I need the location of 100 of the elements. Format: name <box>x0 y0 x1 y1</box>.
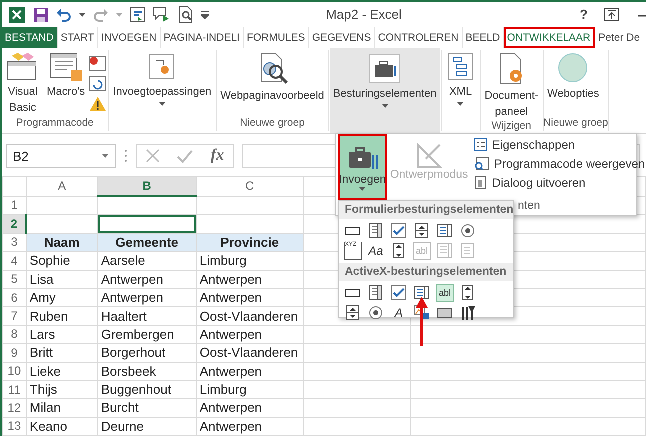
speech-bubble-icon[interactable] <box>153 6 171 22</box>
ribbon-button[interactable]: Besturingselementen <box>330 48 440 133</box>
file-tab[interactable]: BESTAND <box>2 27 58 48</box>
row-header[interactable]: 4 <box>2 252 26 270</box>
table-cell: Deurne <box>98 417 196 436</box>
table-cell: Oost-Vlaanderen <box>196 306 304 326</box>
row-header[interactable]: 8 <box>2 325 26 344</box>
row-header[interactable]: 5 <box>2 270 26 288</box>
list-box-icon-slot[interactable] <box>413 284 431 302</box>
name-box[interactable]: B2 <box>6 144 116 168</box>
caret-icon <box>359 187 366 191</box>
toolbox-icon[interactable] <box>369 54 402 84</box>
row-header[interactable]: 13 <box>2 417 26 436</box>
table-cell: Aarsele <box>98 252 196 270</box>
scroll-bar-icon <box>460 285 476 301</box>
option-button-icon-slot[interactable] <box>367 304 385 322</box>
row-header[interactable]: 12 <box>2 398 26 418</box>
spin-button-icon-slot[interactable] <box>344 304 362 322</box>
ribbon-tab[interactable]: PAGINA-INDELI <box>160 27 244 48</box>
label-control-icon[interactable]: A <box>390 304 408 322</box>
table-cell: Lisa <box>26 270 98 288</box>
undo-icon[interactable] <box>56 8 72 22</box>
menu-item[interactable]: Eigenschappen <box>472 137 646 153</box>
list-box-icon-slot[interactable] <box>436 222 454 240</box>
caret-icon <box>382 104 389 108</box>
macro-list-icon[interactable] <box>49 52 84 82</box>
ribbon-tab[interactable]: ONTWIKKELAAR <box>504 27 595 48</box>
spin-button-icon-slot[interactable] <box>413 222 431 240</box>
user-name[interactable]: Peter De <box>594 27 640 48</box>
caret-icon <box>158 102 166 106</box>
tools-icon-slot[interactable] <box>459 304 477 322</box>
table-cell: Antwerpen <box>196 288 304 307</box>
row-header[interactable]: 3 <box>2 233 26 252</box>
row-header[interactable]: 6 <box>2 288 26 307</box>
scroll-bar-icon <box>391 243 407 259</box>
ribbon-tab[interactable]: INVOEGEN <box>98 27 161 48</box>
table-cell: Antwerpen <box>196 417 304 436</box>
row-header[interactable]: 10 <box>2 362 26 380</box>
menu-item[interactable]: Programmacode weergeven <box>472 156 646 172</box>
group-label: Nieuwe groep <box>240 117 305 129</box>
group-label: Programmacode <box>16 117 94 129</box>
check-icon[interactable] <box>177 149 194 163</box>
row-header[interactable]: 7 <box>2 306 26 326</box>
spin-button-icon <box>414 223 430 239</box>
checkbox-icon-slot[interactable] <box>390 222 408 240</box>
add-in-icon[interactable] <box>147 52 178 82</box>
checkbox-icon-slot[interactable] <box>390 284 408 302</box>
customize-caret-icon[interactable] <box>201 10 209 18</box>
column-header[interactable]: B <box>98 176 196 196</box>
form-icon[interactable] <box>130 6 146 22</box>
column-header[interactable]: A <box>26 176 98 196</box>
row-header[interactable]: 2 <box>2 214 26 234</box>
ribbon-button[interactable]: XML <box>442 48 479 117</box>
row-header[interactable]: 11 <box>2 380 26 399</box>
insert-button[interactable]: Invoegen <box>339 135 386 199</box>
restore-icon[interactable] <box>604 8 620 22</box>
checkbox-icon <box>391 285 407 301</box>
ribbon-button[interactable]: Invoegtoepassingen <box>110 48 215 117</box>
table-cell: Borsbeek <box>98 362 196 380</box>
ribbon-button[interactable]: Webopties <box>544 48 602 117</box>
record-icon[interactable] <box>89 56 108 72</box>
insert-function-button[interactable]: fx <box>210 147 224 165</box>
caret-icon <box>102 154 109 158</box>
ribbon-tab[interactable]: START <box>58 27 98 48</box>
table-cell: Antwerpen <box>98 270 196 288</box>
warning-icon[interactable] <box>89 96 108 112</box>
help-button[interactable]: ? <box>580 7 588 22</box>
print-preview-icon[interactable] <box>178 6 194 24</box>
text-field-icon[interactable]: abl <box>436 284 454 302</box>
list-box-icon <box>414 285 430 301</box>
combo-box-icon <box>368 285 384 301</box>
group-label: Nieuwe groep <box>544 117 608 129</box>
ribbon-tab[interactable]: FORMULES <box>244 27 310 48</box>
window-title: Map2 - Excel <box>325 7 402 22</box>
xml-source-icon[interactable] <box>446 52 476 82</box>
table-cell: Buggenhout <box>98 380 196 399</box>
table-cell: Burcht <box>98 398 196 418</box>
table-cell: Limburg <box>196 380 304 399</box>
ribbon-tab[interactable]: BEELD <box>462 27 504 48</box>
table-cell: Sophie <box>26 252 98 270</box>
table-cell: Thijs <box>26 380 98 399</box>
spreadsheet-logo-icon[interactable] <box>8 6 26 24</box>
ribbon-button[interactable]: Macro's <box>44 48 88 117</box>
properties-icon <box>474 138 488 152</box>
table-cell: Britt <box>26 344 98 362</box>
row-header[interactable]: 9 <box>2 344 26 362</box>
table-cell: Amy <box>26 288 98 307</box>
table-cell: Ruben <box>26 306 98 326</box>
ribbon-button[interactable]: Visual Basic <box>3 48 43 117</box>
save-icon[interactable] <box>33 6 49 22</box>
label-control-icon[interactable]: Aa <box>367 242 385 260</box>
tools-icon <box>460 305 476 321</box>
column-title: Gemeente <box>98 233 196 252</box>
column-title: Naam <box>26 233 98 252</box>
column-header[interactable]: C <box>196 176 304 196</box>
option-button-icon-slot[interactable] <box>459 222 477 240</box>
relative-reference-icon[interactable] <box>89 76 108 92</box>
ribbon-button[interactable]: Webpaginavoorbeeld <box>218 48 328 117</box>
ribbon-button[interactable]: Document-paneel <box>482 48 542 120</box>
selected-cell[interactable] <box>98 214 196 234</box>
